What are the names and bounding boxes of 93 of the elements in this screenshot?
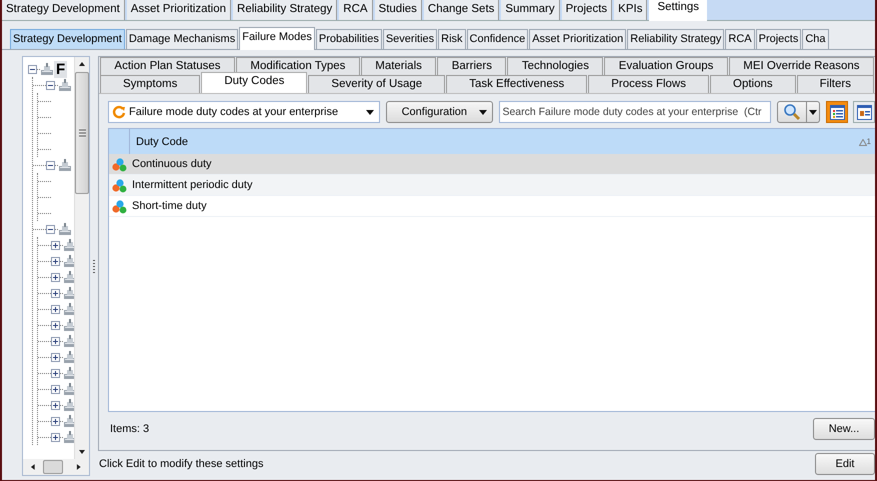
grid-row[interactable]: Short-time duty — [109, 196, 875, 217]
scroll-right-icon[interactable] — [75, 463, 84, 471]
table-cell-text: Short-time duty — [131, 200, 207, 212]
configuration-button[interactable]: Configuration — [386, 101, 494, 123]
scope-dropdown[interactable]: Failure mode duty codes at your enterprise — [108, 101, 380, 123]
section-tab[interactable]: Severities — [382, 29, 438, 49]
option-tab[interactable]: Barriers — [437, 57, 506, 75]
section-tab[interactable]: Risk — [438, 29, 466, 49]
expand-icon[interactable] — [51, 304, 60, 314]
scroll-left-icon[interactable] — [29, 463, 37, 471]
search-button[interactable] — [777, 101, 807, 123]
section-tab[interactable]: RCA — [725, 29, 755, 49]
scroll-thumb[interactable] — [75, 72, 89, 194]
spheres-icon — [111, 156, 127, 172]
expand-icon[interactable] — [51, 272, 60, 282]
main-tab[interactable]: Strategy Development — [2, 0, 125, 20]
option-tab[interactable]: Severity of Usage — [308, 75, 446, 93]
collapse-icon[interactable] — [46, 160, 55, 170]
horizontal-scrollbar[interactable] — [23, 459, 89, 475]
expand-icon[interactable] — [51, 288, 60, 298]
option-tab[interactable]: Materials — [360, 57, 436, 75]
search-options-button[interactable] — [807, 101, 820, 123]
search-icon — [783, 103, 801, 121]
section-tab[interactable]: Damage Mechanisms — [126, 29, 238, 49]
section-tab[interactable]: Cha — [802, 29, 829, 49]
sort-indicator: 1 — [858, 137, 871, 146]
status-text: Click Edit to modify these settings — [99, 458, 264, 470]
scroll-down-icon[interactable] — [78, 448, 86, 456]
item-count: Items: 3 — [110, 423, 150, 435]
caret-icon — [479, 110, 488, 114]
section-tab[interactable]: Probabilities — [316, 29, 382, 49]
expand-icon[interactable] — [51, 416, 60, 426]
option-tab[interactable]: Process Flows — [588, 75, 709, 93]
collapse-icon[interactable] — [46, 80, 55, 90]
splitter-grip-icon[interactable] — [92, 259, 96, 273]
main-tab[interactable]: Reliability Strategy — [233, 0, 338, 20]
main-tab[interactable]: Change Sets — [424, 0, 500, 20]
scroll-thumb[interactable] — [42, 460, 64, 474]
main-tab[interactable]: Asset Prioritization — [126, 0, 232, 20]
device-icon — [58, 222, 72, 236]
scroll-up-icon[interactable] — [78, 60, 86, 68]
tree-node-label[interactable]: F — [54, 60, 68, 78]
vertical-scrollbar[interactable] — [74, 57, 89, 459]
main-tab[interactable]: Settings — [649, 0, 708, 21]
option-tab[interactable]: Options — [710, 75, 796, 93]
expand-icon[interactable] — [51, 384, 60, 394]
option-tab[interactable]: Symptoms — [100, 75, 200, 93]
spheres-icon — [111, 198, 127, 214]
main-tab[interactable]: RCA — [339, 0, 373, 20]
new-button[interactable]: New... — [813, 418, 875, 440]
main-tab[interactable]: KPIs — [614, 0, 648, 20]
device-icon — [40, 62, 54, 76]
expand-icon[interactable] — [51, 240, 60, 250]
device-icon — [58, 78, 72, 92]
spheres-icon — [111, 178, 127, 192]
option-tab[interactable]: Task Effectiveness — [446, 75, 588, 93]
expand-icon[interactable] — [51, 256, 60, 266]
main-tab[interactable]: Summary — [501, 0, 560, 20]
caret-icon[interactable] — [366, 110, 374, 114]
device-icon — [58, 158, 72, 172]
grid-row[interactable]: Continuous duty — [109, 154, 875, 175]
grid-row[interactable]: Intermittent periodic duty — [109, 175, 875, 196]
option-tab[interactable]: Technologies — [507, 57, 604, 75]
search-field[interactable]: Search Failure mode duty codes at your enterprise (Ctr — [499, 101, 771, 123]
section-tab[interactable]: Confidence — [466, 29, 528, 49]
table-cell-text: Continuous duty — [131, 158, 212, 170]
option-tab[interactable]: MEI Override Reasons — [728, 57, 874, 75]
collapse-icon[interactable] — [46, 224, 55, 234]
section-tab[interactable]: Projects — [756, 29, 802, 49]
section-tab[interactable]: Strategy Development — [10, 29, 125, 49]
section-tab[interactable]: Reliability Strategy — [627, 29, 724, 49]
option-tab[interactable]: Duty Codes — [201, 72, 308, 93]
detail-view-button[interactable] — [853, 101, 875, 123]
section-tab[interactable]: Asset Prioritization — [529, 29, 626, 49]
option-tab[interactable]: Action Plan Statuses — [100, 57, 235, 75]
option-tab[interactable]: Filters — [796, 75, 874, 93]
expand-icon[interactable] — [51, 336, 60, 346]
caret-icon — [809, 110, 817, 114]
main-tab[interactable]: Studies — [374, 0, 422, 20]
main-tab[interactable]: Projects — [562, 0, 612, 20]
section-tab[interactable]: Failure Modes — [239, 27, 315, 50]
table-cell-text: Intermittent periodic duty — [131, 179, 252, 191]
option-tab[interactable]: Modification Types — [236, 57, 360, 75]
refresh-icon — [112, 105, 126, 119]
collapse-icon[interactable] — [28, 64, 37, 74]
expand-icon[interactable] — [51, 432, 60, 442]
expand-icon[interactable] — [51, 320, 60, 330]
expand-icon[interactable] — [51, 400, 60, 410]
option-tab[interactable]: Evaluation Groups — [604, 57, 728, 75]
edit-button[interactable]: Edit — [815, 452, 875, 474]
list-view-button[interactable] — [826, 101, 848, 123]
expand-icon[interactable] — [51, 368, 60, 378]
expand-icon[interactable] — [51, 352, 60, 362]
